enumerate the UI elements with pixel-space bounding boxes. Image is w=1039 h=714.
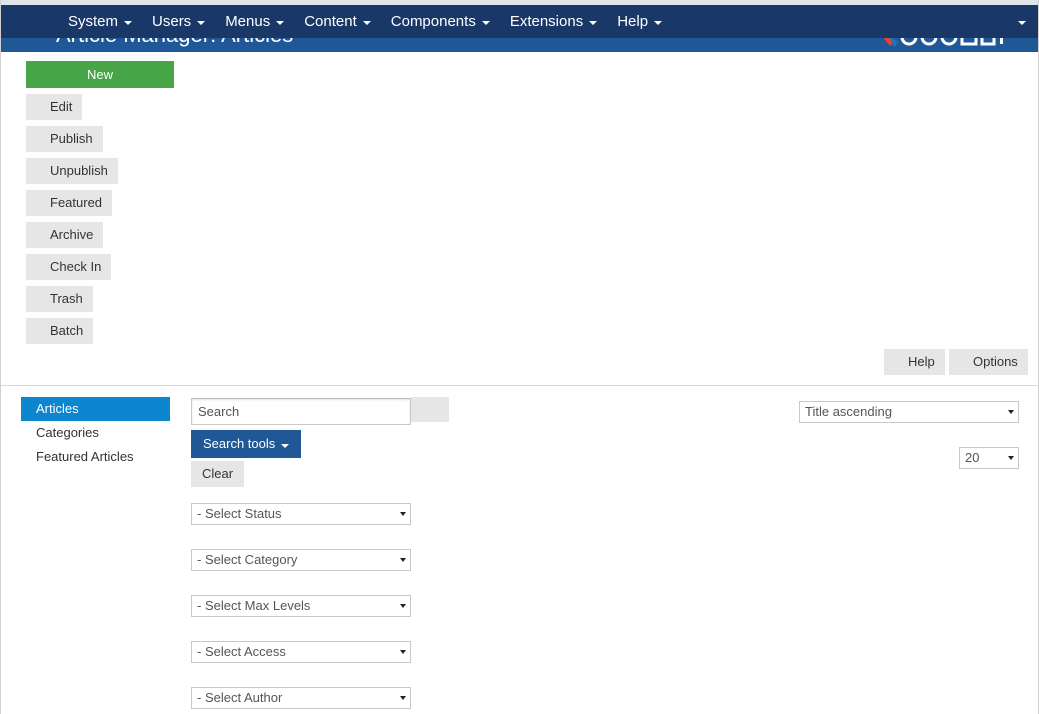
dropdown-arrow-icon: [400, 512, 406, 516]
menu-extensions[interactable]: Extensions: [500, 5, 607, 38]
access-filter-value: - Select Access: [197, 644, 286, 659]
trash-button[interactable]: Trash: [26, 286, 93, 312]
dropdown-arrow-icon: [1008, 410, 1014, 414]
category-filter-value: - Select Category: [197, 552, 298, 567]
menu-extensions-label: Extensions: [509, 13, 584, 30]
menu-help[interactable]: Help: [607, 5, 672, 38]
dropdown-arrow-icon: [400, 650, 406, 654]
sidebar-item-featured-articles[interactable]: Featured Articles: [21, 445, 170, 469]
caret-down-icon: [481, 20, 490, 25]
access-filter-select[interactable]: - Select Access: [191, 641, 411, 663]
caret-down-icon: [276, 20, 285, 25]
caret-down-icon: [124, 20, 133, 25]
menu-help-label: Help: [617, 13, 649, 30]
status-filter-value: - Select Status: [197, 506, 282, 521]
menu-content[interactable]: Content: [294, 5, 381, 38]
list-limit-select[interactable]: 20: [959, 447, 1019, 469]
toolbar-divider: [1, 385, 1038, 386]
status-filter-select[interactable]: - Select Status: [191, 503, 411, 525]
caret-down-icon: [654, 20, 663, 25]
search-tools-label: Search tools: [203, 436, 276, 451]
dropdown-arrow-icon: [1008, 456, 1014, 460]
admin-window: System Users Menus Content Components Ex…: [0, 0, 1039, 714]
search-tools-button[interactable]: Search tools: [191, 430, 302, 458]
dropdown-arrow-icon: [400, 604, 406, 608]
caret-down-icon: [281, 444, 290, 448]
brand-logo-icon: [883, 38, 1003, 48]
search-input[interactable]: [191, 398, 411, 425]
max-levels-filter-select[interactable]: - Select Max Levels: [191, 595, 411, 617]
dropdown-arrow-icon: [400, 696, 406, 700]
help-button[interactable]: Help: [884, 349, 945, 375]
sidebar-item-articles[interactable]: Articles: [21, 397, 170, 421]
ordering-select[interactable]: Title ascending: [799, 401, 1019, 423]
menu-menus[interactable]: Menus: [215, 5, 294, 38]
ordering-value: Title ascending: [805, 404, 892, 419]
page-title: Article Manager: Articles: [56, 38, 293, 48]
list-limit-value: 20: [965, 450, 980, 465]
publish-button[interactable]: Publish: [26, 126, 103, 152]
options-button[interactable]: Options: [949, 349, 1028, 375]
menu-components[interactable]: Components: [381, 5, 500, 38]
author-filter-select[interactable]: - Select Author: [191, 687, 411, 709]
user-menu-toggle[interactable]: [1014, 5, 1030, 38]
caret-down-icon: [197, 20, 206, 25]
menu-users-label: Users: [152, 13, 192, 30]
clear-button[interactable]: Clear: [191, 461, 245, 487]
unpublish-button[interactable]: Unpublish: [26, 158, 118, 184]
search-submit-button[interactable]: [411, 397, 449, 422]
dropdown-arrow-icon: [400, 558, 406, 562]
main-menu: System Users Menus Content Components Ex…: [58, 5, 672, 38]
edit-button[interactable]: Edit: [26, 94, 83, 120]
max-levels-filter-value: - Select Max Levels: [197, 598, 311, 613]
sidebar-item-categories[interactable]: Categories: [21, 421, 170, 445]
batch-button[interactable]: Batch: [26, 318, 94, 344]
category-filter-select[interactable]: - Select Category: [191, 549, 411, 571]
menu-system-label: System: [68, 13, 119, 30]
new-button[interactable]: New: [26, 61, 174, 88]
subhead-bar: Article Manager: Articles: [1, 38, 1038, 52]
menu-system[interactable]: System: [58, 5, 142, 38]
caret-down-icon: [1018, 20, 1026, 25]
archive-button[interactable]: Archive: [26, 222, 104, 248]
top-navbar: System Users Menus Content Components Ex…: [1, 0, 1038, 38]
caret-down-icon: [362, 20, 371, 25]
author-filter-value: - Select Author: [197, 690, 283, 705]
menu-content-label: Content: [304, 13, 357, 30]
featured-button[interactable]: Featured: [26, 190, 113, 216]
menu-components-label: Components: [390, 13, 476, 30]
sidebar: Articles Categories Featured Articles: [21, 397, 170, 469]
caret-down-icon: [589, 20, 598, 25]
menu-menus-label: Menus: [225, 13, 271, 30]
menu-users[interactable]: Users: [142, 5, 215, 38]
check-in-button[interactable]: Check In: [26, 254, 112, 280]
